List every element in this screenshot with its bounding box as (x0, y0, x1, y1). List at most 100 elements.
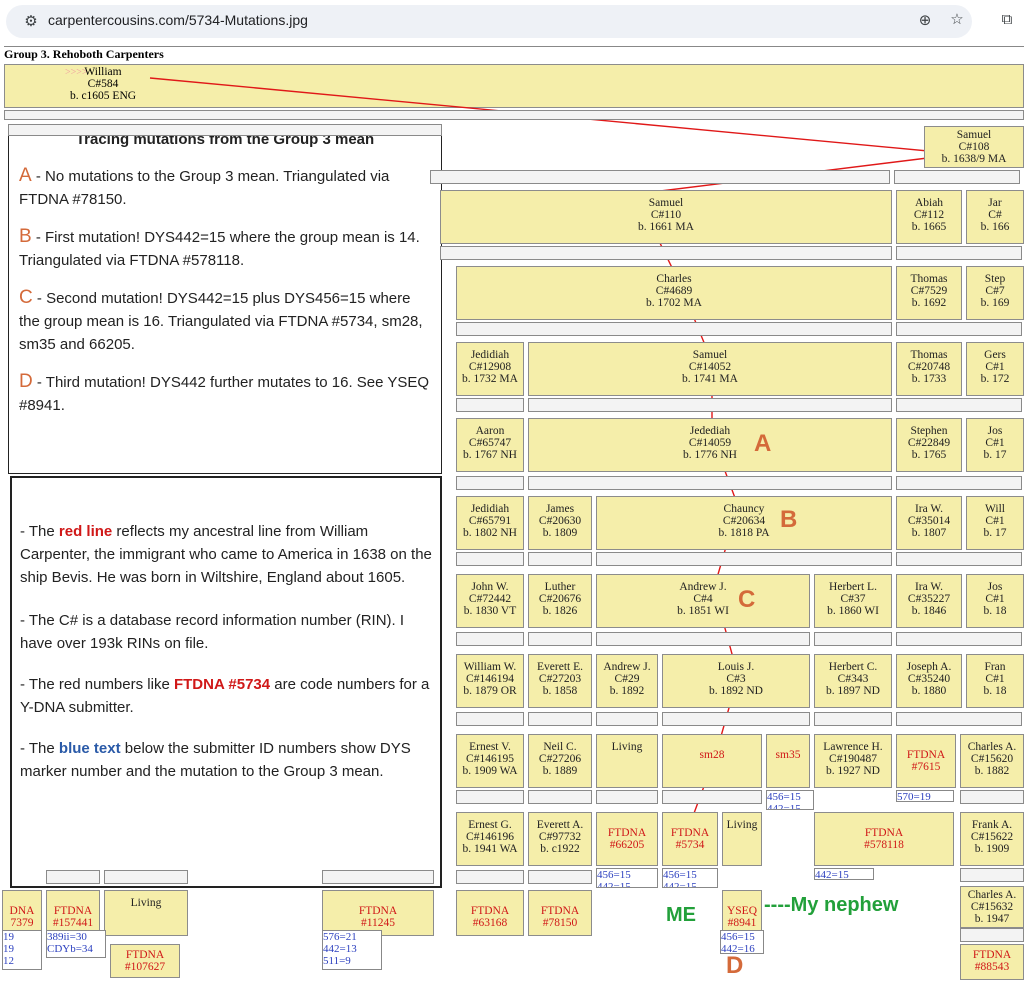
note-a: A - No mutations to the Group 3 mean. Tr… (19, 165, 390, 208)
connector-bar (960, 928, 1024, 942)
connector-bar (456, 322, 892, 336)
nephew-label: ----My nephew (764, 894, 899, 916)
connector-bar (896, 398, 1022, 412)
note-submitter: - The red numbers like FTDNA #5734 are c… (20, 676, 430, 716)
legend-panel-notes: - The red line reflects my ancestral lin… (10, 476, 442, 888)
person-everett97732: Everett A. C#97732 b. c1922 (528, 812, 592, 866)
connector-bar (456, 712, 524, 726)
marker-m7: 389ii=30 CDYb=34 (46, 930, 106, 958)
connector-bar (896, 246, 1022, 260)
me-label: ME (666, 904, 696, 926)
connector-bar (662, 790, 762, 804)
person-gers: Gers C#1 b. 172 (966, 342, 1024, 396)
browser-toolbar: ⚙ carpentercousins.com/5734-Mutations.jp… (0, 0, 1026, 44)
marker-m6: 19 19 12 (2, 930, 42, 970)
person-charles15632: Charles A. C#15632 b. 1947 (960, 886, 1024, 928)
connector-bar (596, 712, 658, 726)
person-stephen: Stephen C#22849 b. 1765 (896, 418, 962, 472)
person-wil: Will C#1 b. 17 (966, 496, 1024, 550)
connector-bar (104, 870, 188, 884)
person-neil: Neil C. C#27206 b. 1889 (528, 734, 592, 788)
connector-bar (440, 246, 892, 260)
person-samuel108: Samuel C#108 b. 1638/9 MA (924, 126, 1024, 168)
tune-icon[interactable]: ⚙ (20, 12, 42, 30)
submitter-sm35: sm35 (766, 734, 810, 788)
person-living2: Living (722, 812, 762, 866)
marker-m5: 442=15 (814, 868, 874, 880)
person-charles: Charles C#4689 b. 1702 MA (456, 266, 892, 320)
note-blue-text: - The blue text below the submitter ID n… (20, 740, 411, 780)
connector-bar (456, 790, 524, 804)
person-james: James C#20630 b. 1809 (528, 496, 592, 550)
person-ira35227: Ira W. C#35227 b. 1846 (896, 574, 962, 628)
person-frank: Frank A. C#15622 b. 1909 (960, 812, 1024, 866)
person-ja: Jar C# b. 166 (966, 190, 1024, 244)
person-lawrence: Lawrence H. C#190487 b. 1927 ND (814, 734, 892, 788)
person-andrew4: Andrew J. C#4 b. 1851 WI (596, 574, 810, 628)
connector-bar (430, 170, 890, 184)
connector-bar (456, 870, 524, 884)
person-ernest146196: Ernest G. C#146196 b. 1941 WA (456, 812, 524, 866)
connector-bar (4, 110, 1024, 120)
connector-bar (528, 476, 892, 490)
person-john: John W. C#72442 b. 1830 VT (456, 574, 524, 628)
person-jos2: Jos C#1 b. 18 (966, 574, 1024, 628)
person-jedidiah12908: Jedidiah C#12908 b. 1732 MA (456, 342, 524, 396)
person-fran: Fran C#1 b. 18 (966, 654, 1024, 708)
person-andrew29: Andrew J. C#29 b. 1892 (596, 654, 658, 708)
connector-bar (662, 712, 810, 726)
connector-bar (528, 790, 592, 804)
connector-bar (322, 870, 434, 884)
note-red-line: - The red line reflects my ancestral lin… (20, 523, 432, 586)
note-rin: - The C# is a database record informatio… (20, 612, 405, 652)
person-jos1: Jos C#1 b. 17 (966, 418, 1024, 472)
person-step: Step C#7 b. 169 (966, 266, 1024, 320)
marker-m9: 456=15 442=16 (720, 930, 764, 954)
connector-bar (896, 322, 1022, 336)
person-ernest146195: Ernest V. C#146195 b. 1909 WA (456, 734, 524, 788)
person-herbert343: Herbert C. C#343 b. 1897 ND (814, 654, 892, 708)
marker-m3: 456=15 442=15 (596, 868, 658, 888)
submitter-f7615: FTDNA #7615 (896, 734, 956, 788)
person-charles15620: Charles A. C#15620 b. 1882 (960, 734, 1024, 788)
connector-bar (814, 632, 892, 646)
submitter-f107627: FTDNA #107627 (110, 944, 180, 978)
person-abiah: Abiah C#112 b. 1665 (896, 190, 962, 244)
mutation-tag-a: A (754, 430, 772, 457)
person-jedidiah65791: Jedidiah C#65791 b. 1802 NH (456, 496, 524, 550)
connector-bar (894, 170, 1020, 184)
connector-bar (596, 552, 892, 566)
connector-bar (896, 552, 1022, 566)
person-joseph: Joseph A. C#35240 b. 1880 (896, 654, 962, 708)
person-thomas7529: Thomas C#7529 b. 1692 (896, 266, 962, 320)
submitter-f63168: FTDNA #63168 (456, 890, 524, 936)
connector-bar (456, 552, 524, 566)
connector-bar (596, 790, 658, 804)
mutation-tag-c: C (738, 586, 756, 613)
zoom-icon[interactable]: ⊕ (914, 11, 936, 29)
person-william146194: William W. C#146194 b. 1879 OR (456, 654, 524, 708)
connector-bar (8, 124, 442, 136)
connector-bar (528, 712, 592, 726)
star-icon[interactable]: ☆ (946, 10, 968, 28)
person-living1: Living (596, 734, 658, 788)
connector-bar (528, 398, 892, 412)
connector-bar (46, 870, 100, 884)
connector-bar (896, 712, 1022, 726)
person-herbert37: Herbert L. C#37 b. 1860 WI (814, 574, 892, 628)
submitter-f5734: FTDNA #5734 (662, 812, 718, 866)
person-thomas20748: Thomas C#20748 b. 1733 (896, 342, 962, 396)
person-jedediah14059: Jedediah C#14059 b. 1776 NH (528, 418, 892, 472)
submitter-f88543: FTDNA #88543 (960, 944, 1024, 980)
note-c: C - Second mutation! DYS442=15 plus DYS4… (19, 287, 423, 353)
person-samuel110: Samuel C#110 b. 1661 MA (440, 190, 892, 244)
connector-bar (896, 476, 1022, 490)
submitter-f66205: FTDNA #66205 (596, 812, 658, 866)
connector-bar (960, 790, 1024, 804)
person-living3: Living (104, 890, 188, 936)
url-text[interactable]: carpentercousins.com/5734-Mutations.jpg (48, 12, 308, 28)
person-chauncy: Chauncy C#20634 b. 1818 PA (596, 496, 892, 550)
puzzle-icon[interactable]: ⧉ (996, 10, 1018, 28)
person-louis: Louis J. C#3 b. 1892 ND (662, 654, 810, 708)
connector-bar (528, 632, 592, 646)
